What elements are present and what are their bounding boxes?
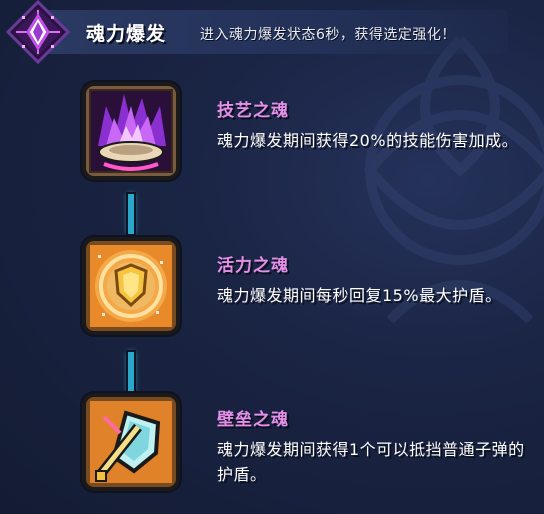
upgrade-connector bbox=[128, 194, 134, 234]
skill-header: 魂力爆发 进入魂力爆发状态6秒，获得选定强化！ bbox=[0, 0, 544, 65]
background-ornament bbox=[363, 36, 544, 324]
skill-name: 魂力爆发 bbox=[86, 23, 167, 45]
upgrade-description: 魂力爆发期间获得20%的技能伤害加成。 bbox=[217, 131, 519, 150]
purple-soul-flame-icon[interactable] bbox=[76, 76, 186, 186]
upgrade-connector bbox=[128, 352, 134, 392]
soul-crystal-icon[interactable] bbox=[2, 0, 74, 65]
soul-burst-panel: 魂力爆发 进入魂力爆发状态6秒，获得选定强化！ 技艺之魂 魂力爆发期间获得20%… bbox=[0, 0, 544, 514]
barrier-shield-sword-icon[interactable] bbox=[76, 387, 186, 497]
upgrade-description: 魂力爆发期间获得1个可以抵挡普通子弹的护盾。 bbox=[217, 440, 525, 484]
skill-description: 进入魂力爆发状态6秒，获得选定强化！ bbox=[200, 27, 456, 43]
upgrade-title: 技艺之魂 bbox=[217, 101, 289, 121]
upgrade-title: 活力之魂 bbox=[217, 256, 289, 276]
upgrade-description: 魂力爆发期间每秒回复15%最大护盾。 bbox=[217, 286, 502, 305]
golden-shield-icon[interactable] bbox=[76, 231, 186, 341]
upgrade-title: 壁垒之魂 bbox=[217, 410, 289, 430]
